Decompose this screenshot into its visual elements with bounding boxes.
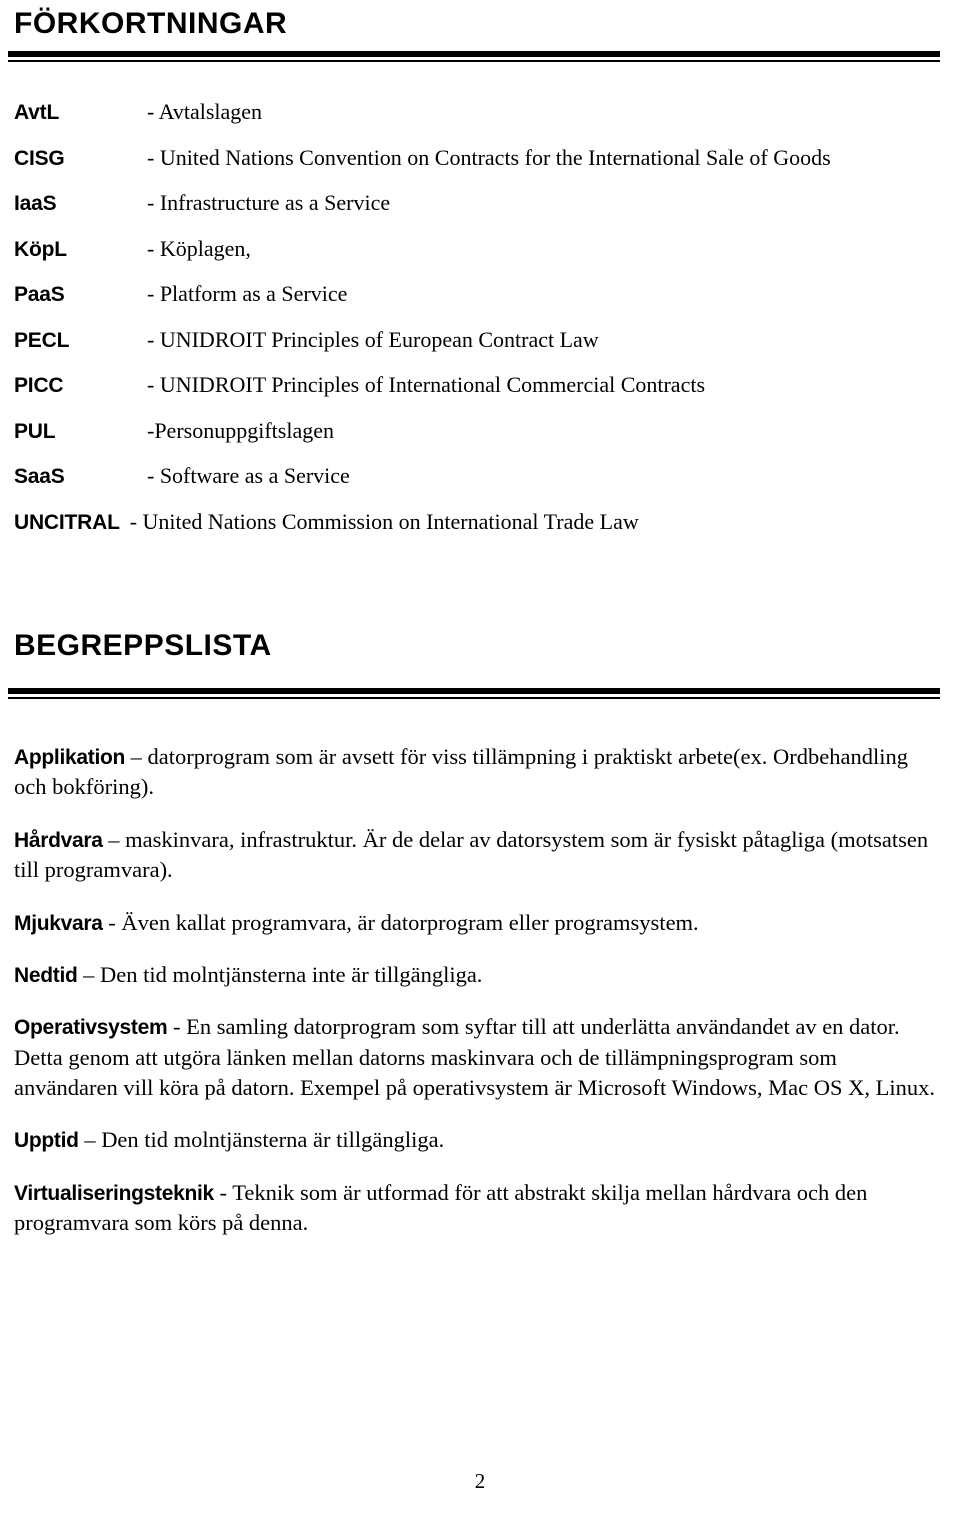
- abbreviation-term: PICC: [14, 374, 64, 397]
- abbreviation-row: AvtL - Avtalslagen: [14, 98, 946, 126]
- glossary-term: Hårdvara: [14, 828, 103, 852]
- abbreviation-term: KöpL: [14, 237, 67, 261]
- glossary-entry: Operativsystem - En samling datorprogram…: [14, 1012, 946, 1103]
- glossary-entry: Mjukvara - Även kallat programvara, är d…: [14, 908, 946, 938]
- glossary-term: Applikation: [14, 746, 126, 769]
- abbreviation-term: PaaS: [14, 283, 65, 306]
- glossary-heading-rule: [8, 688, 940, 699]
- abbreviation-row: PaaS - Platform as a Service: [14, 280, 946, 308]
- glossary-definition: – maskinvara, infrastruktur. Är de delar…: [14, 826, 929, 883]
- abbreviations-heading-text: FÖRKORTNINGAR: [14, 7, 288, 40]
- abbreviation-term: PUL: [14, 419, 56, 443]
- glossary-entry: Nedtid – Den tid molntjänsterna inte är …: [14, 960, 946, 990]
- abbreviation-row: PICC - UNIDROIT Principles of Internatio…: [14, 371, 946, 399]
- glossary-definition: – datorprogram som är avsett för viss ti…: [14, 744, 908, 800]
- page-number: 2: [474, 1469, 486, 1493]
- glossary-term: Virtualiseringsteknik: [14, 1181, 214, 1205]
- glossary-definition: – Den tid molntjänsterna är tillgängliga…: [78, 1127, 445, 1153]
- glossary-entry: Upptid – Den tid molntjänsterna är tillg…: [14, 1125, 946, 1155]
- glossary-entry: Hårdvara – maskinvara, infrastruktur. Är…: [14, 825, 946, 886]
- rule-thin-line: [8, 60, 940, 62]
- glossary-heading: BEGREPPSLISTA: [14, 630, 272, 662]
- abbreviation-row: PUL -Personuppgiftslagen: [14, 417, 946, 445]
- abbreviation-definition: - Infrastructure as a Service: [147, 190, 391, 215]
- abbreviation-definition: - Köplagen,: [147, 235, 251, 261]
- abbreviation-definition: -Personuppgiftslagen: [147, 417, 334, 443]
- abbreviations-heading: FÖRKORTNINGAR: [14, 8, 287, 40]
- abbreviation-term: PECL: [14, 328, 70, 352]
- abbreviation-row: PECL - UNIDROIT Principles of European C…: [14, 326, 946, 354]
- glossary-list: Applikation – datorprogram som är avsett…: [14, 742, 946, 1261]
- abbreviation-term: CISG: [14, 146, 65, 170]
- glossary-entry: Virtualiseringsteknik - Teknik som är ut…: [14, 1178, 946, 1239]
- abbreviation-term: AvtL: [14, 101, 60, 124]
- abbreviation-definition: - United Nations Convention on Contracts…: [147, 144, 831, 170]
- abbreviation-definition: - Avtalslagen: [147, 99, 263, 124]
- abbreviation-definition: - UNIDROIT Principles of International C…: [147, 372, 706, 397]
- abbreviation-row: CISG - United Nations Convention on Cont…: [14, 144, 946, 172]
- glossary-definition: - Även kallat programvara, är datorprogr…: [102, 909, 699, 935]
- abbreviation-row: SaaS - Software as a Service: [14, 462, 946, 490]
- abbreviation-row: IaaS - Infrastructure as a Service: [14, 189, 946, 217]
- abbreviation-definition: - Software as a Service: [147, 463, 350, 488]
- glossary-term: Mjukvara: [14, 911, 103, 935]
- glossary-term: Nedtid: [14, 963, 78, 987]
- glossary-term: Upptid: [14, 1129, 79, 1153]
- document-page: FÖRKORTNINGAR AvtL - Avtalslagen CISG - …: [0, 0, 960, 1519]
- abbreviation-definition: - UNIDROIT Principles of European Contra…: [147, 326, 599, 352]
- rule-thin-line: [8, 697, 940, 699]
- glossary-term: Operativsystem: [14, 1016, 168, 1040]
- abbreviation-row: KöpL - Köplagen,: [14, 235, 946, 263]
- abbreviation-definition: - Platform as a Service: [147, 281, 348, 306]
- abbreviation-term: IaaS: [14, 192, 57, 215]
- glossary-definition: – Den tid molntjänsterna inte är tillgän…: [77, 961, 483, 987]
- abbreviation-term: UNCITRAL: [14, 510, 120, 534]
- abbreviation-row: UNCITRAL - United Nations Commission on …: [14, 508, 946, 536]
- glossary-entry: Applikation – datorprogram som är avsett…: [14, 742, 946, 803]
- abbreviation-definition: - United Nations Commission on Internati…: [129, 508, 639, 534]
- abbreviation-list: AvtL - Avtalslagen CISG - United Nations…: [14, 98, 946, 553]
- abbreviations-heading-rule: [8, 51, 940, 62]
- abbreviation-term: SaaS: [14, 465, 65, 488]
- glossary-heading-text: BEGREPPSLISTA: [14, 629, 272, 662]
